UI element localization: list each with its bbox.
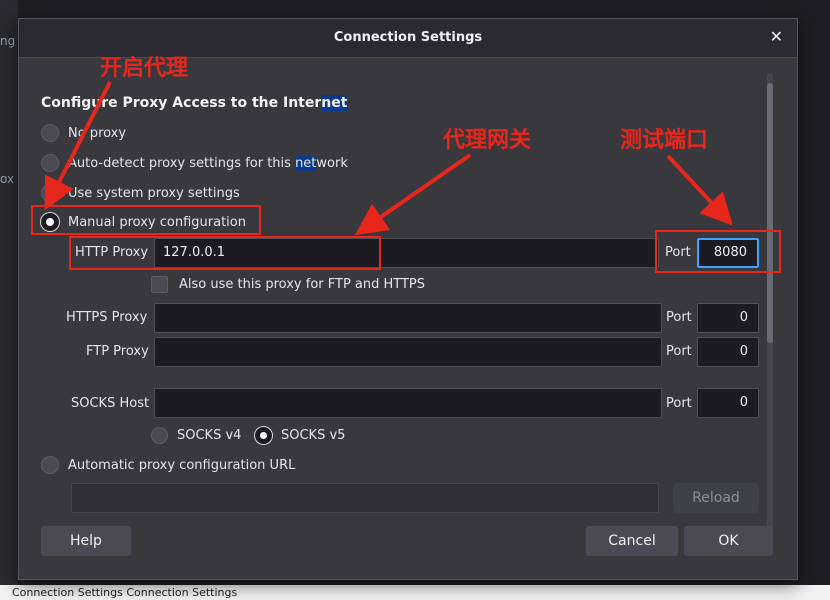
arrow-proxy-gateway [354,153,472,236]
annotation-arrows [44,81,733,236]
arrow-enable-proxy [44,81,112,211]
arrow-test-port [666,154,733,226]
